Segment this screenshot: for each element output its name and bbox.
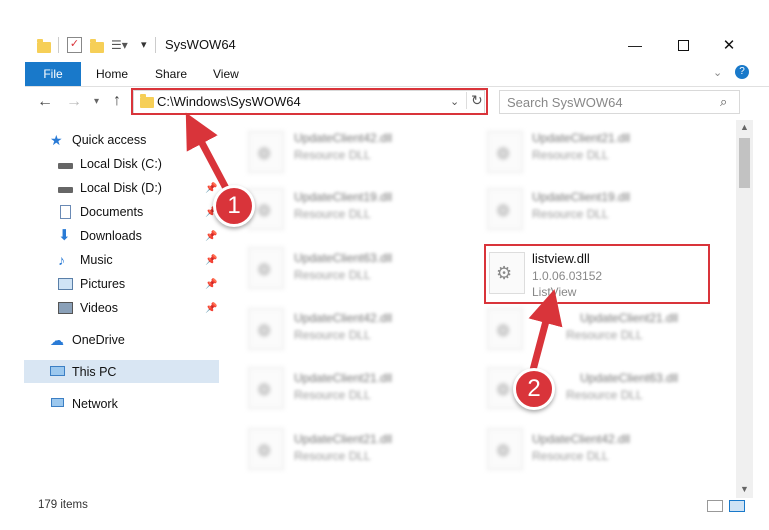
file-explorer-window: ✓ ☰▾ ▾ SysWOW64 — ✕ File Home Share View…: [0, 0, 769, 530]
step-2-badge: 2: [513, 368, 555, 410]
annotation-arrows: [185, 112, 563, 376]
step-1-badge: 1: [213, 185, 255, 227]
arrow-to-address-bar: [185, 112, 232, 194]
